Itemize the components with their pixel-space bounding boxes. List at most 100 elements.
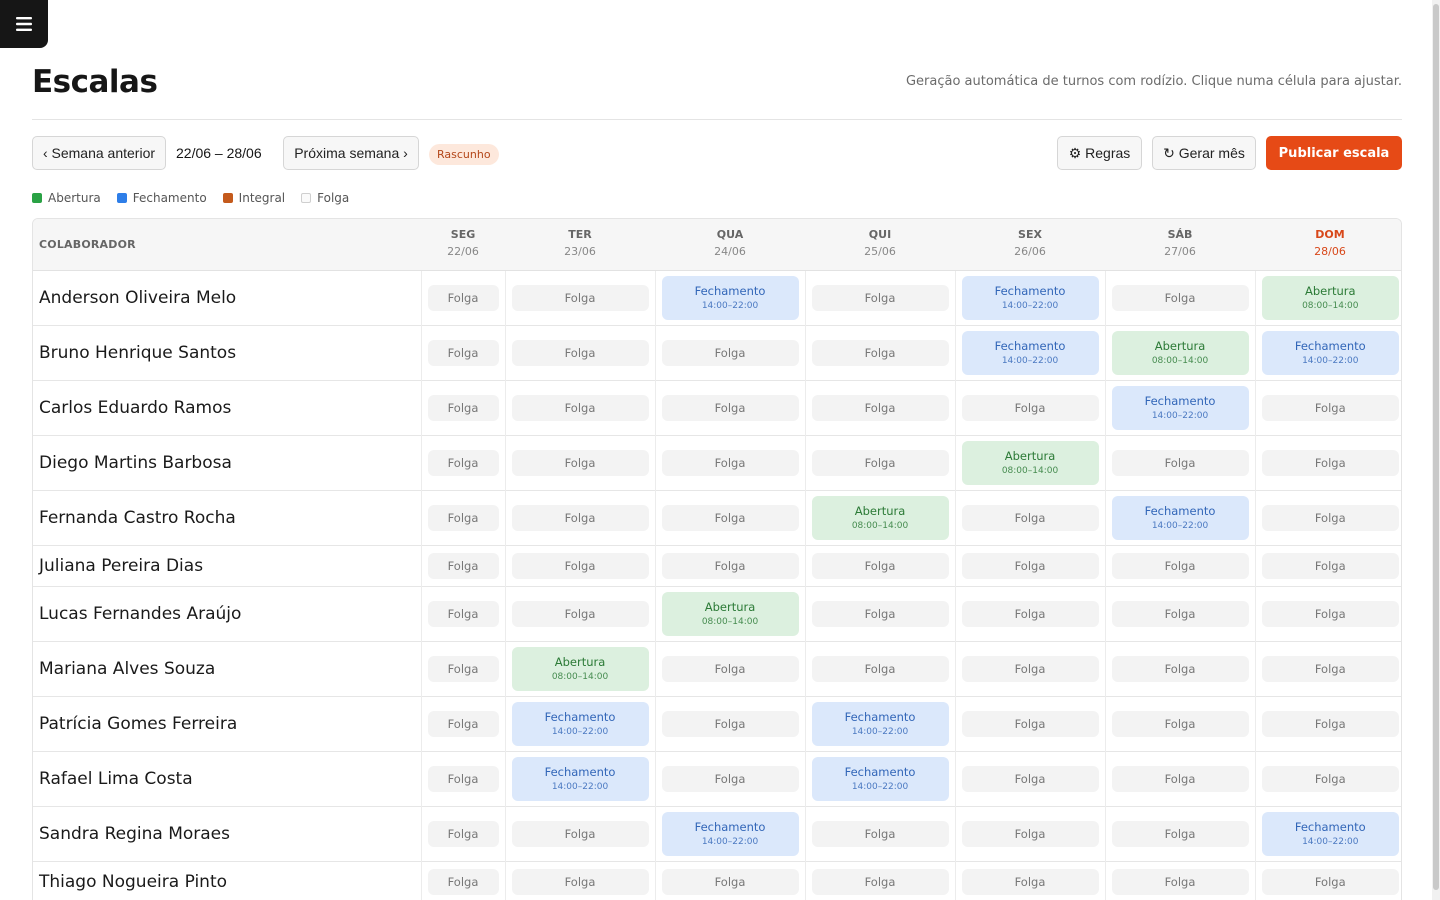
- shift-fechamento[interactable]: Fechamento 14:00–22:00: [511, 701, 649, 746]
- scrollbar-thumb[interactable]: [1433, 4, 1439, 890]
- shift-folga[interactable]: Folga: [811, 655, 949, 682]
- generate-month-button[interactable]: ↻ Gerar mês: [1152, 136, 1256, 170]
- menu-button[interactable]: [0, 0, 48, 48]
- shift-fechamento[interactable]: Fechamento 14:00–22:00: [1111, 495, 1249, 540]
- shift-folga[interactable]: Folga: [811, 394, 949, 421]
- shift-folga[interactable]: Folga: [1111, 284, 1249, 311]
- shift-folga[interactable]: Folga: [427, 394, 499, 421]
- shift-fechamento[interactable]: Fechamento 14:00–22:00: [1261, 330, 1399, 375]
- shift-folga[interactable]: Folga: [661, 394, 799, 421]
- shift-fechamento[interactable]: Fechamento 14:00–22:00: [661, 811, 799, 856]
- shift-folga[interactable]: Folga: [427, 655, 499, 682]
- shift-folga[interactable]: Folga: [811, 552, 949, 579]
- shift-folga[interactable]: Folga: [1261, 655, 1399, 682]
- shift-folga[interactable]: Folga: [427, 552, 499, 579]
- shift-label: Folga: [1014, 558, 1046, 573]
- shift-folga[interactable]: Folga: [661, 552, 799, 579]
- shift-folga[interactable]: Folga: [1111, 765, 1249, 792]
- shift-folga[interactable]: Folga: [961, 504, 1099, 531]
- shift-folga[interactable]: Folga: [811, 339, 949, 366]
- shift-folga[interactable]: Folga: [511, 339, 649, 366]
- shift-folga[interactable]: Folga: [511, 552, 649, 579]
- shift-folga[interactable]: Folga: [511, 820, 649, 847]
- shift-fechamento[interactable]: Fechamento 14:00–22:00: [961, 275, 1099, 320]
- shift-folga[interactable]: Folga: [661, 504, 799, 531]
- shift-folga[interactable]: Folga: [511, 394, 649, 421]
- shift-folga[interactable]: Folga: [1111, 868, 1249, 895]
- shift-folga[interactable]: Folga: [1261, 504, 1399, 531]
- shift-fechamento[interactable]: Fechamento 14:00–22:00: [1111, 385, 1249, 430]
- shift-folga[interactable]: Folga: [511, 284, 649, 311]
- shift-label: Folga: [1314, 558, 1346, 573]
- shift-label: Folga: [864, 345, 896, 360]
- shift-abertura[interactable]: Abertura 08:00–14:00: [1261, 275, 1399, 320]
- shift-folga[interactable]: Folga: [661, 339, 799, 366]
- shift-folga[interactable]: Folga: [1111, 710, 1249, 737]
- shift-folga[interactable]: Folga: [1261, 394, 1399, 421]
- publish-schedule-button[interactable]: Publicar escala: [1266, 136, 1402, 170]
- shift-folga[interactable]: Folga: [661, 868, 799, 895]
- shift-fechamento[interactable]: Fechamento 14:00–22:00: [1261, 811, 1399, 856]
- shift-folga[interactable]: Folga: [1111, 600, 1249, 627]
- shift-folga[interactable]: Folga: [1261, 868, 1399, 895]
- shift-abertura[interactable]: Abertura 08:00–14:00: [811, 495, 949, 540]
- shift-folga[interactable]: Folga: [427, 600, 499, 627]
- shift-folga[interactable]: Folga: [427, 449, 499, 476]
- shift-folga[interactable]: Folga: [1261, 552, 1399, 579]
- schedule-cell: Fechamento 14:00–22:00: [1104, 380, 1255, 435]
- shift-folga[interactable]: Folga: [961, 868, 1099, 895]
- shift-folga[interactable]: Folga: [961, 600, 1099, 627]
- shift-folga[interactable]: Folga: [511, 868, 649, 895]
- schedule-cell: Folga: [1104, 435, 1255, 490]
- shift-folga[interactable]: Folga: [811, 449, 949, 476]
- shift-label: Folga: [1014, 716, 1046, 731]
- shift-folga[interactable]: Folga: [1111, 449, 1249, 476]
- shift-fechamento[interactable]: Fechamento 14:00–22:00: [811, 701, 949, 746]
- previous-week-button[interactable]: ‹ Semana anterior: [32, 136, 166, 170]
- shift-fechamento[interactable]: Fechamento 14:00–22:00: [961, 330, 1099, 375]
- shift-folga[interactable]: Folga: [811, 600, 949, 627]
- shift-folga[interactable]: Folga: [961, 765, 1099, 792]
- shift-folga[interactable]: Folga: [661, 765, 799, 792]
- shift-abertura[interactable]: Abertura 08:00–14:00: [961, 440, 1099, 485]
- shift-folga[interactable]: Folga: [961, 655, 1099, 682]
- shift-folga[interactable]: Folga: [427, 820, 499, 847]
- shift-folga[interactable]: Folga: [661, 655, 799, 682]
- shift-abertura[interactable]: Abertura 08:00–14:00: [661, 591, 799, 636]
- shift-folga[interactable]: Folga: [661, 710, 799, 737]
- shift-folga[interactable]: Folga: [961, 820, 1099, 847]
- shift-folga[interactable]: Folga: [1261, 600, 1399, 627]
- rules-button[interactable]: ⚙ Regras: [1057, 136, 1142, 170]
- next-week-button[interactable]: Próxima semana ›: [283, 136, 419, 170]
- shift-folga[interactable]: Folga: [427, 339, 499, 366]
- shift-folga[interactable]: Folga: [961, 552, 1099, 579]
- shift-fechamento[interactable]: Fechamento 14:00–22:00: [511, 756, 649, 801]
- shift-folga[interactable]: Folga: [511, 504, 649, 531]
- shift-folga[interactable]: Folga: [1261, 710, 1399, 737]
- shift-folga[interactable]: Folga: [1261, 449, 1399, 476]
- shift-folga[interactable]: Folga: [1111, 655, 1249, 682]
- shift-folga[interactable]: Folga: [427, 504, 499, 531]
- shift-folga[interactable]: Folga: [1261, 765, 1399, 792]
- shift-folga[interactable]: Folga: [961, 394, 1099, 421]
- shift-folga[interactable]: Folga: [427, 710, 499, 737]
- shift-abertura[interactable]: Abertura 08:00–14:00: [1111, 330, 1249, 375]
- shift-folga[interactable]: Folga: [811, 820, 949, 847]
- shift-time: 08:00–14:00: [701, 616, 759, 627]
- shift-folga[interactable]: Folga: [427, 284, 499, 311]
- shift-folga[interactable]: Folga: [961, 710, 1099, 737]
- shift-folga[interactable]: Folga: [427, 765, 499, 792]
- shift-label: Folga: [564, 874, 596, 889]
- shift-folga[interactable]: Folga: [811, 284, 949, 311]
- shift-folga[interactable]: Folga: [511, 449, 649, 476]
- shift-folga[interactable]: Folga: [1111, 820, 1249, 847]
- shift-fechamento[interactable]: Fechamento 14:00–22:00: [661, 275, 799, 320]
- shift-folga[interactable]: Folga: [811, 868, 949, 895]
- shift-folga[interactable]: Folga: [661, 449, 799, 476]
- page-scrollbar[interactable]: [1432, 0, 1440, 900]
- shift-folga[interactable]: Folga: [1111, 552, 1249, 579]
- shift-folga[interactable]: Folga: [427, 868, 499, 895]
- shift-abertura[interactable]: Abertura 08:00–14:00: [511, 646, 649, 691]
- shift-fechamento[interactable]: Fechamento 14:00–22:00: [811, 756, 949, 801]
- shift-folga[interactable]: Folga: [511, 600, 649, 627]
